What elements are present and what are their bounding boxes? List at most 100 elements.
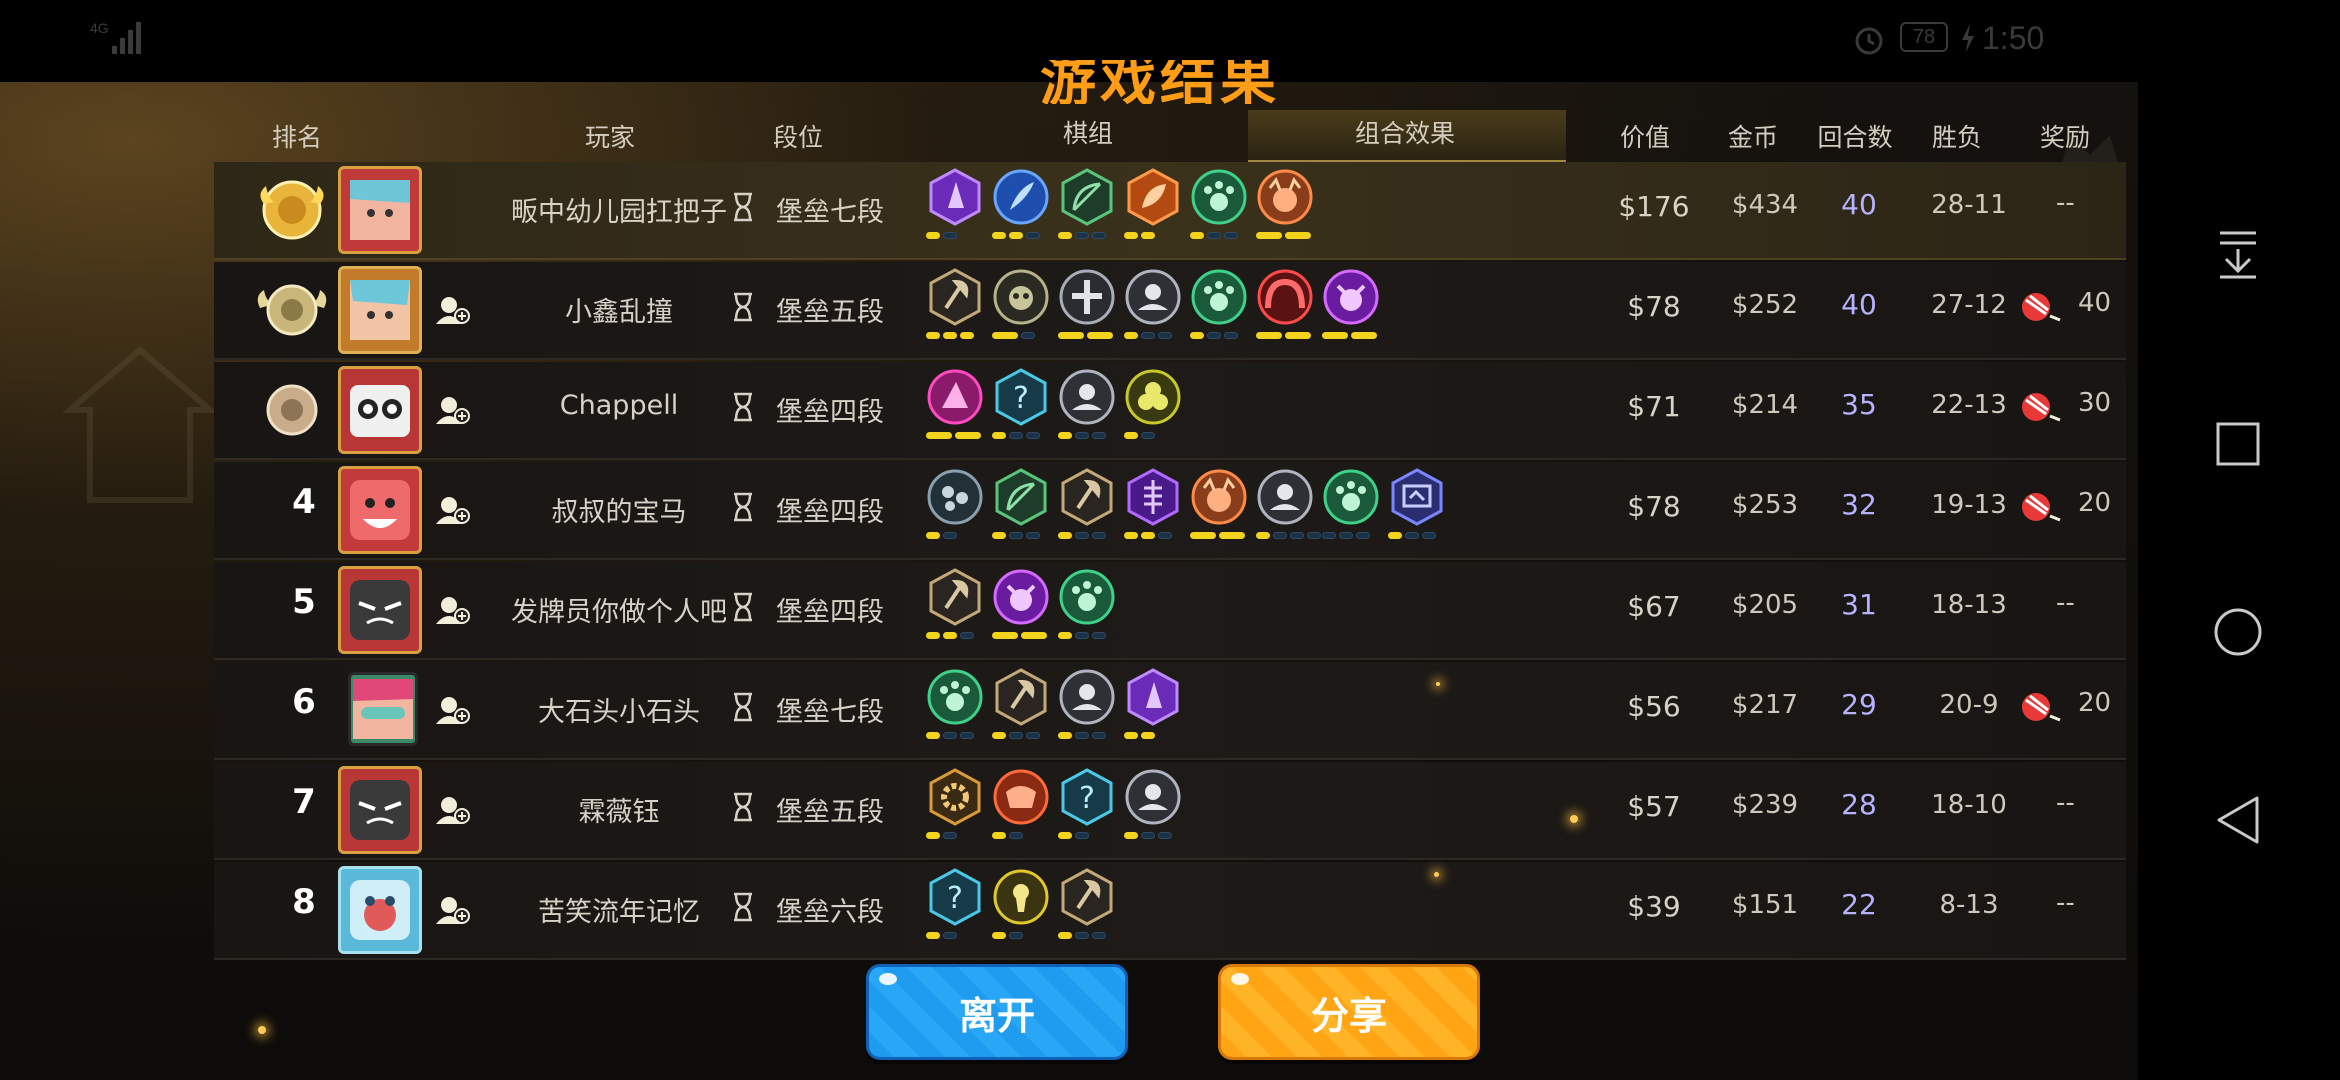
trait-slot[interactable] — [1124, 168, 1186, 239]
system-nav-bar — [2138, 0, 2340, 1080]
table-row[interactable]: 7 霖薇钰 堡垒五段 ? $57 $239 28 18-10 -- — [214, 762, 2126, 860]
value-cell: $39 — [1627, 890, 1681, 923]
avatar[interactable] — [338, 466, 422, 554]
tier-label: 堡垒五段 — [776, 797, 884, 828]
column-rank: 排名 — [271, 123, 322, 152]
trait-slot[interactable] — [1058, 468, 1120, 539]
trait-slot[interactable] — [1124, 268, 1186, 339]
notification-shade-button[interactable] — [2188, 204, 2288, 304]
column-player: 玩家 — [584, 123, 635, 152]
add-friend-icon[interactable] — [436, 394, 470, 426]
hourglass-icon — [734, 392, 752, 422]
trait-slot[interactable] — [1190, 268, 1252, 339]
trait-slot[interactable] — [992, 168, 1054, 239]
share-button[interactable]: 分享 — [1218, 964, 1480, 1060]
trait-slot[interactable] — [1322, 268, 1384, 339]
avatar[interactable] — [338, 866, 422, 954]
trait-slot[interactable] — [926, 768, 988, 839]
page-title: 游戏结果 — [1040, 60, 1280, 104]
trait-slot[interactable] — [926, 368, 988, 439]
trait-slot[interactable]: ? — [1058, 768, 1120, 839]
trait-slot[interactable] — [1058, 668, 1120, 739]
trait-slot[interactable] — [1256, 268, 1318, 339]
table-row[interactable]: 小鑫乱撞 堡垒五段 $78 $252 40 27-12 40 — [214, 262, 2126, 360]
rank-number: 6 — [292, 682, 316, 722]
table-row[interactable]: 畈中幼儿园扛把子 堡垒七段 $176 $434 40 28-11 -- — [214, 162, 2126, 260]
winloss-cell: 8-13 — [1939, 890, 1999, 920]
avatar[interactable] — [338, 166, 422, 254]
avatar-face-icon — [350, 880, 410, 940]
tier-label: 堡垒七段 — [776, 197, 884, 228]
button-shine — [879, 973, 897, 985]
trait-slot[interactable]: ? — [926, 868, 988, 939]
home-button[interactable] — [2188, 582, 2288, 682]
trait-slot[interactable] — [1058, 568, 1120, 639]
back-button[interactable] — [2188, 770, 2288, 870]
value-cell: $56 — [1627, 690, 1681, 723]
player-name: 小鑫乱撞 — [565, 297, 673, 328]
tab-combo[interactable]: 组合效果 — [1340, 114, 1470, 150]
add-friend-icon[interactable] — [436, 694, 470, 726]
table-row[interactable]: 4 叔叔的宝马 堡垒四段 $78 $253 32 19-13 20 — [214, 462, 2126, 560]
guardian-trait-icon — [1125, 269, 1181, 325]
trait-slot[interactable] — [926, 168, 988, 239]
avatar[interactable] — [338, 566, 422, 654]
gold-cell: $434 — [1731, 190, 1799, 220]
trait-slot[interactable] — [1124, 468, 1186, 539]
trait-slot[interactable] — [992, 468, 1054, 539]
trait-slot[interactable] — [1256, 168, 1318, 239]
reward-cell: 20 — [2078, 688, 2112, 718]
table-row[interactable]: 5 发牌员你做个人吧 堡垒四段 $67 $205 31 18-13 -- — [214, 562, 2126, 660]
cross-trait-icon — [1059, 269, 1115, 325]
trait-slot[interactable] — [926, 568, 988, 639]
rank-number: 7 — [292, 782, 316, 822]
paw-trait-icon — [1059, 569, 1115, 625]
trait-slot[interactable] — [1124, 368, 1186, 439]
trait-slot[interactable] — [1124, 668, 1186, 739]
leave-button[interactable]: 离开 — [866, 964, 1128, 1060]
trait-slot[interactable] — [1190, 468, 1252, 539]
trait-slot[interactable] — [1388, 468, 1450, 539]
table-row[interactable]: 6 大石头小石头 堡垒七段 $56 $217 29 20-9 20 — [214, 662, 2126, 760]
trait-slot[interactable] — [992, 868, 1054, 939]
avatar[interactable] — [338, 366, 422, 454]
avatar[interactable] — [338, 266, 422, 354]
trait-slot[interactable]: ? — [992, 368, 1054, 439]
trait-slot[interactable] — [992, 668, 1054, 739]
gold-cell: $252 — [1731, 290, 1799, 320]
sparkle — [258, 1026, 266, 1034]
trait-slot[interactable] — [926, 268, 988, 339]
player-name: 霖薇钰 — [578, 797, 660, 828]
tab-pieces[interactable]: 棋组 — [1052, 114, 1124, 150]
add-friend-icon[interactable] — [436, 294, 470, 326]
trait-slot[interactable] — [992, 768, 1054, 839]
add-friend-icon[interactable] — [436, 594, 470, 626]
svg-text:?: ? — [1013, 381, 1029, 416]
trait-slot[interactable] — [992, 568, 1054, 639]
table-row[interactable]: 8 苦笑流年记忆 堡垒六段 ? $39 $151 22 8-13 -- — [214, 862, 2126, 960]
trait-slot[interactable] — [992, 268, 1054, 339]
trait-slot[interactable] — [1190, 168, 1252, 239]
recents-button[interactable] — [2188, 394, 2288, 494]
table-row[interactable]: Chappell 堡垒四段 ? $71 $214 35 22-13 30 — [214, 362, 2126, 460]
value-cell: $78 — [1627, 490, 1681, 523]
avatar[interactable] — [348, 672, 418, 746]
add-friend-icon[interactable] — [436, 794, 470, 826]
trait-slot[interactable] — [1058, 868, 1120, 939]
trait-slot[interactable] — [1058, 168, 1120, 239]
trait-slot[interactable] — [1124, 768, 1186, 839]
trait-slot[interactable] — [1058, 268, 1120, 339]
add-friend-icon[interactable] — [436, 494, 470, 526]
trait-slot[interactable] — [1322, 468, 1384, 539]
reward-cell: 40 — [2078, 288, 2112, 318]
avatar[interactable] — [338, 766, 422, 854]
trait-slot[interactable] — [926, 468, 988, 539]
demon-trait-icon — [1323, 269, 1379, 325]
svg-text:?: ? — [947, 881, 963, 916]
trait-slot[interactable] — [1058, 368, 1120, 439]
add-friend-icon[interactable] — [436, 894, 470, 926]
trait-slot[interactable] — [1256, 468, 1321, 539]
trait-slot[interactable] — [926, 668, 988, 739]
value-cell: $176 — [1618, 190, 1690, 223]
candy-reward-icon — [2022, 293, 2061, 322]
